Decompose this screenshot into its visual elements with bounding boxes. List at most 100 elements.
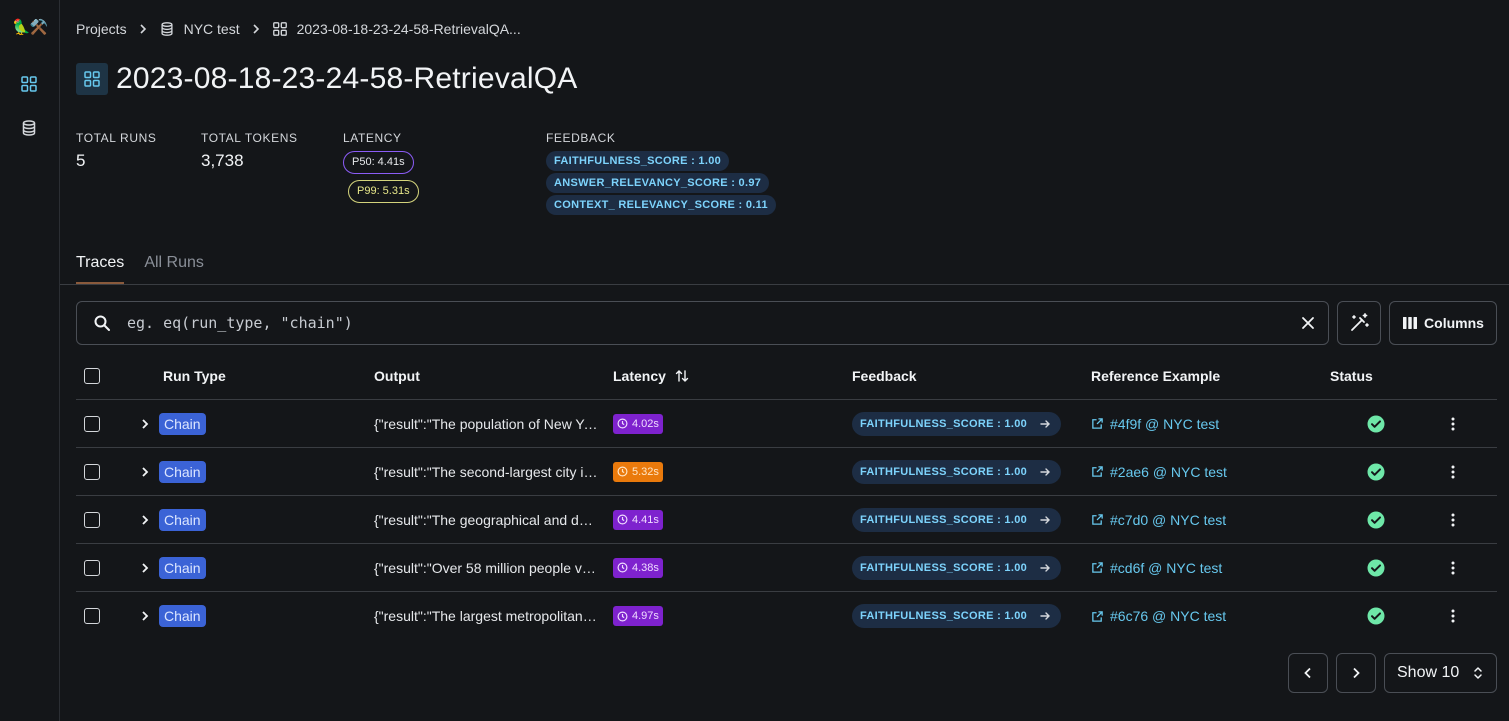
output-text: {"result":"Over 58 million people visite… [374, 559, 598, 576]
projects-grid-icon[interactable] [18, 73, 40, 95]
stat-feedback: FEEDBACK FAITHFULNESS_SCORE : 1.00 ANSWE… [546, 131, 776, 217]
title-row: 2023-08-18-23-24-58-RetrievalQA [76, 62, 577, 96]
project-grid-icon [76, 63, 108, 95]
feedback-tag[interactable]: FAITHFULNESS_SCORE : 1.00 [546, 151, 730, 171]
previous-page-button[interactable] [1288, 653, 1328, 693]
clock-icon [617, 466, 628, 477]
breadcrumb-dataset[interactable]: NYC test [159, 21, 240, 37]
output-text: {"result":"The population of New York Ci… [374, 415, 598, 432]
latency-value: 5.32s [632, 465, 659, 478]
more-vertical-icon[interactable] [1445, 448, 1461, 495]
header-run-type: Run Type [163, 367, 226, 384]
latency-badge: 4.97s [613, 606, 663, 626]
success-check-icon [1367, 544, 1385, 591]
page-size-label: Show 10 [1397, 664, 1460, 681]
chevron-right-icon [250, 23, 262, 35]
columns-label: Columns [1424, 315, 1484, 331]
table-row[interactable]: Chain {"result":"Over 58 million people … [76, 544, 1497, 592]
row-checkbox[interactable] [84, 415, 100, 432]
p99-latency-pill: P99: 5.31s [348, 180, 419, 203]
run-type-badge: Chain [159, 508, 206, 531]
row-checkbox[interactable] [84, 608, 100, 624]
tab-traces[interactable]: Traces [76, 254, 125, 284]
reference-link[interactable]: #c7d0 @ NYC test [1091, 512, 1226, 528]
breadcrumb-current[interactable]: 2023-08-18-23-24-58-RetrievalQA... [272, 21, 521, 37]
more-vertical-icon[interactable] [1445, 544, 1461, 591]
stat-label: LATENCY [343, 131, 402, 145]
table-row[interactable]: Chain {"result":"The geographical and de… [76, 496, 1497, 544]
reference-link[interactable]: #cd6f @ NYC test [1091, 560, 1222, 576]
feedback-pill[interactable]: FAITHFULNESS_SCORE : 1.00 [852, 555, 1062, 580]
table-row[interactable]: Chain {"result":"The largest metropolita… [76, 592, 1497, 640]
run-type-badge: Chain [159, 556, 206, 579]
latency-value: 4.38s [632, 561, 659, 574]
expand-chevron-icon[interactable] [138, 496, 152, 543]
run-type-badge: Chain [159, 460, 206, 483]
output-text: {"result":"The largest metropolitan area [374, 608, 598, 624]
feedback-pill[interactable]: FAITHFULNESS_SCORE : 1.00 [852, 459, 1062, 484]
stat-total-runs: TOTAL RUNS 5 [76, 131, 156, 171]
divider [60, 284, 1509, 285]
feedback-tag[interactable]: CONTEXT_ RELEVANCY_SCORE : 0.11 [546, 195, 776, 215]
feedback-tag[interactable]: ANSWER_RELEVANCY_SCORE : 0.97 [546, 173, 770, 193]
row-checkbox[interactable] [84, 559, 100, 576]
tab-all-runs[interactable]: All Runs [144, 254, 204, 284]
reference-label: #2ae6 @ NYC test [1110, 463, 1227, 480]
row-checkbox[interactable] [84, 511, 100, 528]
header-feedback: Feedback [852, 367, 917, 384]
arrow-right-icon [1040, 419, 1051, 428]
next-page-button[interactable] [1336, 653, 1376, 693]
feedback-pill-label: FAITHFULNESS_SCORE : 1.00 [860, 513, 1028, 526]
external-link-icon [1092, 514, 1103, 525]
header-latency[interactable]: Latency [613, 352, 690, 399]
feedback-pill[interactable]: FAITHFULNESS_SCORE : 1.00 [852, 507, 1062, 532]
expand-chevron-icon[interactable] [138, 544, 152, 591]
page-size-select[interactable]: Show 10 [1384, 653, 1497, 693]
clock-icon [617, 418, 628, 429]
reference-label: #6c76 @ NYC test [1110, 608, 1227, 624]
reference-link[interactable]: #4f9f @ NYC test [1091, 416, 1219, 432]
expand-chevron-icon[interactable] [138, 448, 152, 495]
reference-link[interactable]: #6c76 @ NYC test [1091, 608, 1226, 624]
breadcrumb-current-label: 2023-08-18-23-24-58-RetrievalQA... [296, 21, 521, 37]
breadcrumb-projects[interactable]: Projects [76, 21, 127, 37]
feedback-pill[interactable]: FAITHFULNESS_SCORE : 1.00 [852, 411, 1062, 436]
database-icon[interactable] [18, 117, 40, 139]
reference-link[interactable]: #2ae6 @ NYC test [1091, 464, 1227, 480]
table-row[interactable]: Chain {"result":"The population of New Y… [76, 400, 1497, 448]
reference-label: #cd6f @ NYC test [1110, 559, 1223, 576]
columns-button[interactable]: Columns [1389, 301, 1497, 345]
feedback-pill[interactable]: FAITHFULNESS_SCORE : 1.00 [852, 604, 1062, 628]
arrow-right-icon [1040, 612, 1051, 620]
clock-icon [617, 611, 628, 621]
expand-chevron-icon[interactable] [138, 400, 152, 447]
magic-query-button[interactable] [1337, 301, 1381, 345]
magic-wand-icon [1351, 313, 1369, 331]
feedback-pill-label: FAITHFULNESS_SCORE : 1.00 [860, 465, 1028, 478]
table-header-row: Run Type Output Latency Feedback Referen… [76, 352, 1497, 400]
chevron-left-icon [1304, 667, 1311, 679]
feedback-pill-label: FAITHFULNESS_SCORE : 1.00 [860, 417, 1028, 430]
select-all-checkbox[interactable] [84, 367, 100, 384]
main-content: Projects NYC test 2023-08-18-23-24-58-Re… [60, 0, 1509, 721]
row-checkbox[interactable] [84, 463, 100, 480]
more-vertical-icon[interactable] [1445, 400, 1461, 447]
expand-chevron-icon[interactable] [138, 592, 152, 640]
more-vertical-icon[interactable] [1445, 496, 1461, 543]
table-row[interactable]: Chain {"result":"The second-largest city… [76, 448, 1497, 496]
database-icon [161, 22, 173, 36]
stat-total-tokens: TOTAL TOKENS 3,738 [201, 131, 298, 171]
success-check-icon [1367, 448, 1385, 495]
stat-value: 3,738 [201, 151, 244, 170]
output-text: {"result":"The second-largest city in th… [374, 463, 598, 480]
search-input[interactable] [127, 314, 1257, 332]
run-type-badge: Chain [159, 412, 206, 435]
tab-bar: Traces All Runs [76, 254, 224, 284]
chevron-right-icon [1353, 667, 1360, 679]
external-link-icon [1092, 466, 1103, 477]
more-vertical-icon[interactable] [1445, 592, 1461, 640]
app-logo[interactable]: 🦜⚒️ [12, 18, 48, 38]
stat-label: TOTAL TOKENS [201, 131, 298, 145]
sort-icon[interactable] [674, 368, 690, 384]
close-icon[interactable] [1300, 315, 1316, 331]
